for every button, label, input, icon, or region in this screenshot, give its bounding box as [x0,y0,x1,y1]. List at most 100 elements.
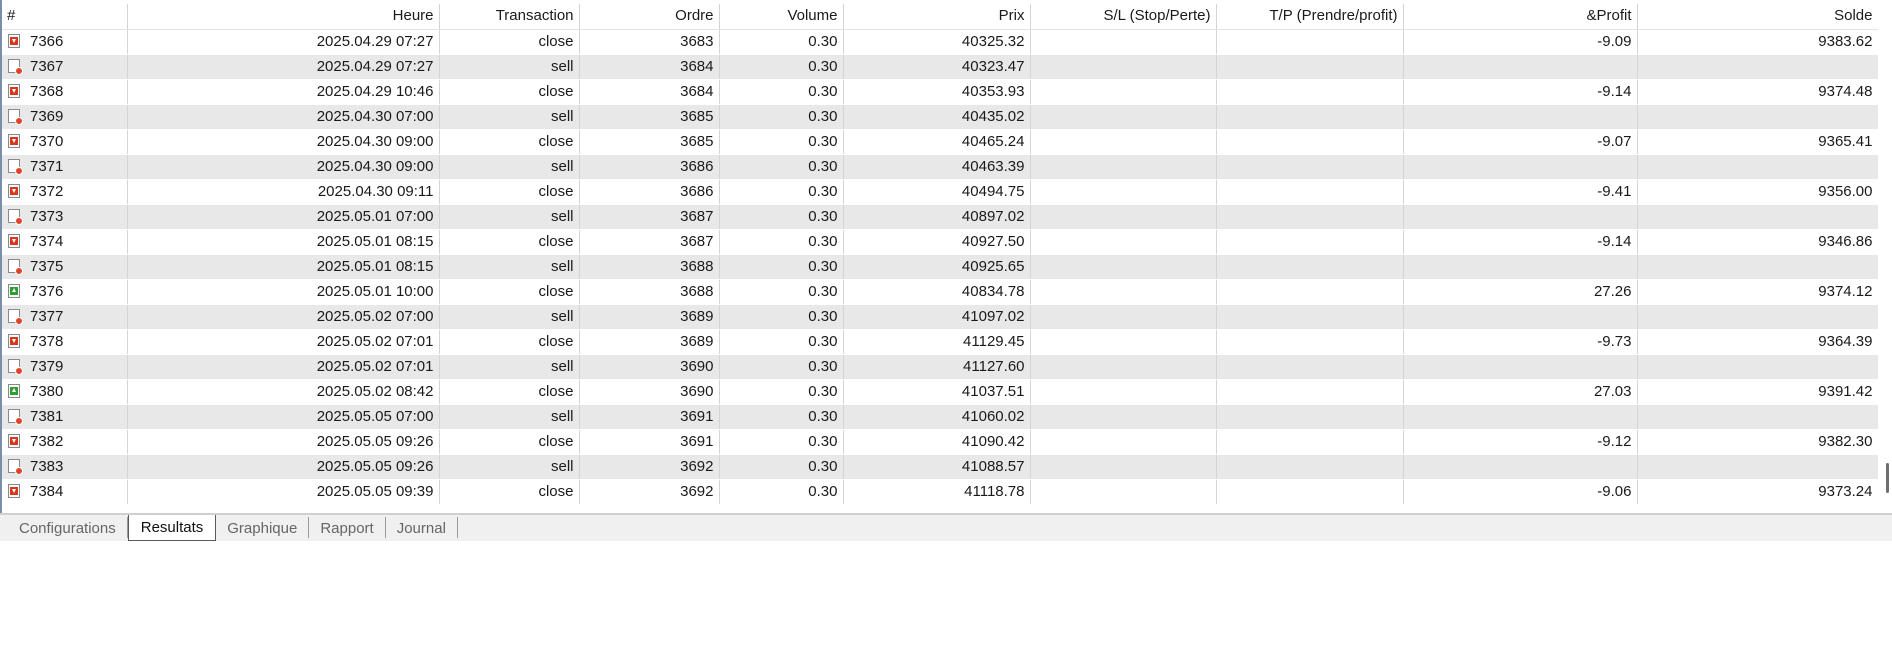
table-row[interactable]: 7374 2025.05.01 08:15 close 3687 0.30 40927.5… [2,229,1878,255]
cell-stop-loss [1030,79,1217,105]
cell-balance: 9356.00 [1637,179,1878,205]
cell-transaction: sell [439,54,580,80]
column-header-id[interactable]: # [2,4,128,30]
cell-order: 3687 [579,229,720,255]
cell-profit: -9.12 [1403,429,1638,455]
cell-profit: -9.14 [1403,229,1638,255]
cell-profit: -9.09 [1403,29,1638,55]
close-loss-icon [8,183,22,200]
cell-balance [1637,354,1878,380]
cell-order: 3683 [579,29,720,55]
table-row[interactable]: 7377 2025.05.02 07:00 sell 3689 0.30 41097.02 [2,304,1878,330]
cell-price: 41127.60 [843,354,1031,380]
cell-transaction: close [439,329,580,355]
table-row[interactable]: 7378 2025.05.02 07:01 close 3689 0.30 41129.4… [2,329,1878,355]
cell-balance: 9373.24 [1637,479,1878,504]
tab-rapport[interactable]: Rapport [309,517,386,538]
cell-volume: 0.30 [719,129,844,155]
cell-order: 3687 [579,204,720,230]
table-row[interactable]: 7372 2025.04.30 09:11 close 3686 0.30 40494.7… [2,179,1878,205]
cell-price: 40325.32 [843,29,1031,55]
cell-price: 40463.39 [843,154,1031,180]
close-loss-icon [8,433,22,450]
cell-take-profit [1216,454,1404,480]
deal-id: 7370 [30,132,64,150]
cell-take-profit [1216,154,1404,180]
deal-id: 7374 [30,232,64,250]
column-header-volume[interactable]: Volume [719,4,844,30]
cell-time: 2025.04.29 07:27 [127,29,440,55]
cell-volume: 0.30 [719,379,844,405]
table-row[interactable]: 7369 2025.04.30 07:00 sell 3685 0.30 40435.02 [2,104,1878,130]
column-header-price[interactable]: Prix [843,4,1031,30]
vertical-scrollbar-thumb[interactable] [1886,463,1889,493]
column-header-order[interactable]: Ordre [579,4,720,30]
cell-order: 3690 [579,379,720,405]
cell-price: 40927.50 [843,229,1031,255]
sell-order-icon [8,358,23,375]
close-loss-icon [8,133,22,150]
sell-order-icon [8,158,23,175]
table-row[interactable]: 7380 2025.05.02 08:42 close 3690 0.30 41037.5… [2,379,1878,405]
close-loss-icon [8,483,22,500]
table-row[interactable]: 7366 2025.04.29 07:27 close 3683 0.30 40325.3… [2,29,1878,55]
cell-volume: 0.30 [719,29,844,55]
column-header-profit[interactable]: &Profit [1403,4,1638,30]
cell-time: 2025.05.01 07:00 [127,204,440,230]
cell-profit [1403,254,1638,280]
cell-transaction: close [439,79,580,105]
cell-order: 3689 [579,329,720,355]
tab-resultats[interactable]: Resultats [127,515,217,541]
cell-transaction: close [439,179,580,205]
table-row[interactable]: 7384 2025.05.05 09:39 close 3692 0.30 41118.7… [2,479,1878,504]
cell-stop-loss [1030,154,1217,180]
cell-balance [1637,254,1878,280]
cell-volume: 0.30 [719,354,844,380]
cell-profit [1403,404,1638,430]
cell-profit: -9.14 [1403,79,1638,105]
cell-stop-loss [1030,329,1217,355]
column-header-transaction[interactable]: Transaction [439,4,580,30]
tester-tab-bar: Configurations Resultats Graphique Rappo… [0,515,1892,541]
cell-profit: -9.41 [1403,179,1638,205]
table-row[interactable]: 7379 2025.05.02 07:01 sell 3690 0.30 41127.60 [2,354,1878,380]
cell-id: 7373 [2,204,128,230]
table-row[interactable]: 7381 2025.05.05 07:00 sell 3691 0.30 41060.02 [2,404,1878,430]
table-row[interactable]: 7375 2025.05.01 08:15 sell 3688 0.30 40925.65 [2,254,1878,280]
table-row[interactable]: 7370 2025.04.30 09:00 close 3685 0.30 40465.2… [2,129,1878,155]
table-row[interactable]: 7371 2025.04.30 09:00 sell 3686 0.30 40463.39 [2,154,1878,180]
deal-id: 7380 [30,382,64,400]
cell-order: 3690 [579,354,720,380]
table-row[interactable]: 7367 2025.04.29 07:27 sell 3684 0.30 40323.47 [2,54,1878,80]
cell-transaction: close [439,379,580,405]
cell-id: 7375 [2,254,128,280]
table-row[interactable]: 7376 2025.05.01 10:00 close 3688 0.30 40834.7… [2,279,1878,305]
cell-price: 41118.78 [843,479,1031,504]
tab-journal[interactable]: Journal [386,517,458,538]
sell-order-icon [8,308,23,325]
cell-price: 41060.02 [843,404,1031,430]
column-header-balance[interactable]: Solde [1637,4,1878,30]
column-header-time[interactable]: Heure [127,4,440,30]
table-row[interactable]: 7383 2025.05.05 09:26 sell 3692 0.30 41088.57 [2,454,1878,480]
cell-time: 2025.05.02 07:01 [127,329,440,355]
sell-order-icon [8,458,23,475]
cell-volume: 0.30 [719,279,844,305]
deal-id: 7377 [30,307,64,325]
cell-take-profit [1216,229,1404,255]
tab-configurations[interactable]: Configurations [8,517,128,538]
cell-id: 7367 [2,54,128,80]
table-row[interactable]: 7382 2025.05.05 09:26 close 3691 0.30 41090.4… [2,429,1878,455]
cell-id: 7380 [2,379,128,405]
deal-id: 7384 [30,482,64,500]
column-header-take-profit[interactable]: T/P (Prendre/profit) [1216,4,1404,30]
table-row[interactable]: 7368 2025.04.29 10:46 close 3684 0.30 40353.9… [2,79,1878,105]
table-row[interactable]: 7373 2025.05.01 07:00 sell 3687 0.30 40897.02 [2,204,1878,230]
cell-id: 7377 [2,304,128,330]
cell-price: 41090.42 [843,429,1031,455]
cell-price: 40353.93 [843,79,1031,105]
column-header-stop-loss[interactable]: S/L (Stop/Perte) [1030,4,1217,30]
cell-transaction: close [439,229,580,255]
cell-id: 7379 [2,354,128,380]
tab-graphique[interactable]: Graphique [216,517,310,538]
